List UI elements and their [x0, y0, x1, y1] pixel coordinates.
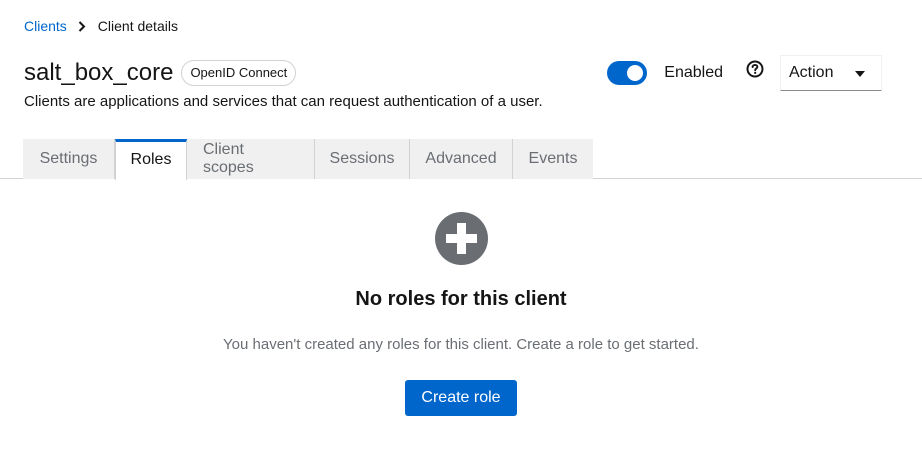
breadcrumb-link-clients[interactable]: Clients — [24, 18, 67, 34]
page-title: salt_box_core — [24, 59, 174, 86]
enabled-label: Enabled — [664, 64, 723, 81]
toggle-knob — [627, 65, 644, 81]
enabled-toggle[interactable] — [607, 61, 648, 85]
tab-bar: Settings Roles Client scopes Sessions Ad… — [0, 139, 922, 180]
header-actions: Enabled Action — [607, 55, 882, 91]
tab-settings[interactable]: Settings — [23, 139, 115, 179]
tab-advanced[interactable]: Advanced — [410, 139, 513, 179]
breadcrumb-current: Client details — [97, 18, 178, 34]
title-row: salt_box_core OpenID Connect — [24, 59, 297, 87]
action-dropdown[interactable]: Action — [780, 55, 882, 91]
plus-circle-icon — [434, 212, 488, 265]
tab-sessions[interactable]: Sessions — [315, 139, 410, 179]
chevron-right-icon — [78, 20, 86, 32]
empty-state-body: You haven't created any roles for this c… — [223, 336, 699, 353]
tab-roles[interactable]: Roles — [115, 139, 187, 180]
empty-state: No roles for this client You haven't cre… — [0, 179, 922, 416]
help-icon[interactable] — [746, 60, 764, 78]
breadcrumb: Clients Client details — [24, 18, 178, 34]
tab-client-scopes[interactable]: Client scopes — [187, 139, 315, 179]
caret-down-icon — [855, 64, 865, 82]
action-dropdown-label: Action — [789, 64, 834, 81]
tab-events[interactable]: Events — [513, 139, 593, 179]
create-role-button[interactable]: Create role — [405, 380, 517, 416]
page-description: Clients are applications and services th… — [24, 93, 543, 110]
empty-state-title: No roles for this client — [355, 288, 567, 310]
protocol-badge: OpenID Connect — [181, 60, 297, 86]
